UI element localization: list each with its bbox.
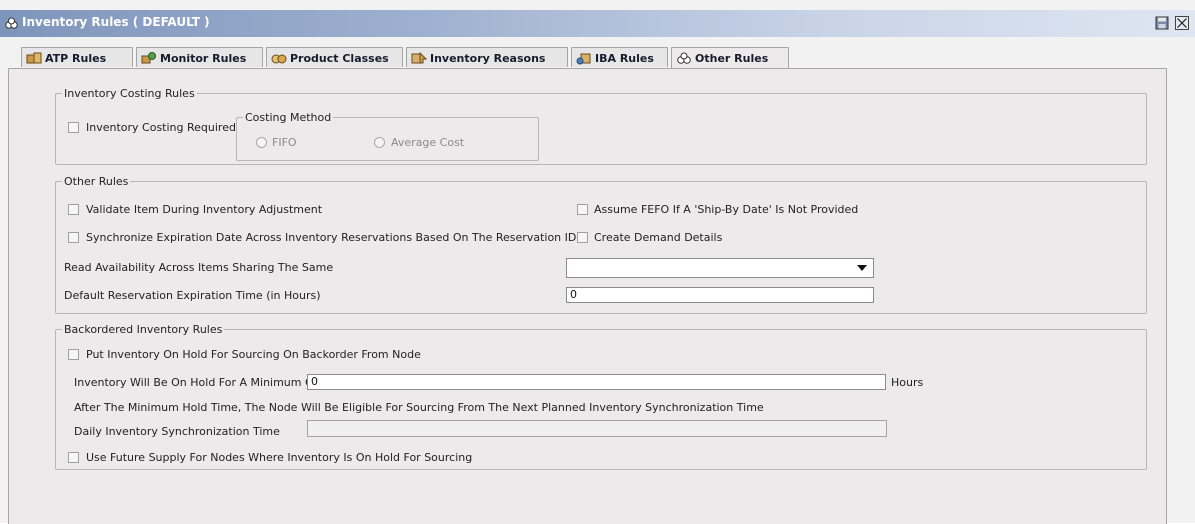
tab-label: Inventory Reasons	[430, 52, 546, 65]
inventory-reasons-icon	[411, 51, 427, 64]
assume-fefo-label: Assume FEFO If A 'Ship-By Date' Is Not P…	[594, 203, 859, 216]
tab-label: ATP Rules	[45, 52, 107, 65]
atp-rules-icon	[26, 52, 42, 64]
inventory-rules-window: Inventory Rules ( DEFAULT ) ATP Rules Mo…	[0, 0, 1195, 524]
tab-product-classes[interactable]: Product Classes	[266, 47, 403, 67]
assume-fefo-checkbox[interactable]	[577, 204, 588, 215]
hours-label: Hours	[891, 376, 924, 389]
tab-label: IBA Rules	[595, 52, 654, 65]
group-legend: Inventory Costing Rules	[64, 87, 195, 100]
default-expiration-input[interactable]: 0	[566, 287, 874, 303]
create-demand-details-checkbox[interactable]	[577, 232, 588, 243]
group-legend: Backordered Inventory Rules	[64, 323, 223, 336]
iba-rules-icon	[576, 53, 591, 65]
tab-other-rules[interactable]: Other Rules	[671, 47, 789, 70]
tab-atp-rules[interactable]: ATP Rules	[21, 47, 133, 67]
title-bar: Inventory Rules ( DEFAULT )	[0, 10, 1195, 37]
tab-monitor-rules[interactable]: Monitor Rules	[136, 47, 263, 67]
read-availability-select[interactable]	[566, 258, 874, 278]
tab-inventory-reasons[interactable]: Inventory Reasons	[406, 47, 568, 67]
monitor-rules-icon	[141, 52, 156, 64]
sync-expiration-checkbox[interactable]	[68, 232, 79, 243]
close-icon[interactable]	[1175, 16, 1189, 30]
other-rules-icon	[677, 52, 691, 64]
inventory-costing-required-label: Inventory Costing Required	[86, 121, 236, 134]
fifo-radio[interactable]	[256, 137, 267, 148]
put-on-hold-label: Put Inventory On Hold For Sourcing On Ba…	[86, 348, 421, 361]
backordered-inventory-rules-group: Backordered Inventory Rules	[55, 323, 1147, 470]
save-icon[interactable]	[1155, 16, 1169, 30]
min-hold-input[interactable]: 0	[307, 374, 886, 390]
tab-iba-rules[interactable]: IBA Rules	[571, 47, 668, 67]
future-supply-checkbox[interactable]	[68, 452, 79, 463]
after-min-hold-text: After The Minimum Hold Time, The Node Wi…	[74, 401, 764, 414]
window-title: Inventory Rules ( DEFAULT )	[22, 15, 210, 29]
tab-label: Product Classes	[290, 52, 389, 65]
validate-item-label: Validate Item During Inventory Adjustmen…	[86, 203, 323, 216]
tab-label: Monitor Rules	[160, 52, 247, 65]
min-hold-label: Inventory Will Be On Hold For A Minimum …	[74, 376, 318, 389]
inventory-rules-icon	[5, 17, 18, 29]
tab-label: Other Rules	[695, 52, 769, 65]
future-supply-label: Use Future Supply For Nodes Where Invent…	[86, 451, 473, 464]
sync-expiration-label: Synchronize Expiration Date Across Inven…	[86, 231, 577, 244]
average-cost-label: Average Cost	[391, 136, 465, 149]
read-availability-label: Read Availability Across Items Sharing T…	[64, 261, 334, 274]
average-cost-radio[interactable]	[374, 137, 385, 148]
validate-item-checkbox[interactable]	[68, 204, 79, 215]
group-legend: Costing Method	[245, 111, 332, 124]
chevron-down-icon[interactable]	[857, 265, 867, 271]
default-expiration-label: Default Reservation Expiration Time (in …	[64, 289, 321, 302]
create-demand-details-label: Create Demand Details	[594, 231, 723, 244]
daily-sync-label: Daily Inventory Synchronization Time	[74, 425, 280, 438]
product-classes-icon	[271, 54, 287, 64]
group-legend: Other Rules	[64, 175, 129, 188]
daily-sync-input[interactable]	[307, 420, 887, 437]
inventory-costing-required-checkbox[interactable]	[68, 122, 79, 133]
put-on-hold-checkbox[interactable]	[68, 349, 79, 360]
fifo-label: FIFO	[272, 136, 297, 149]
